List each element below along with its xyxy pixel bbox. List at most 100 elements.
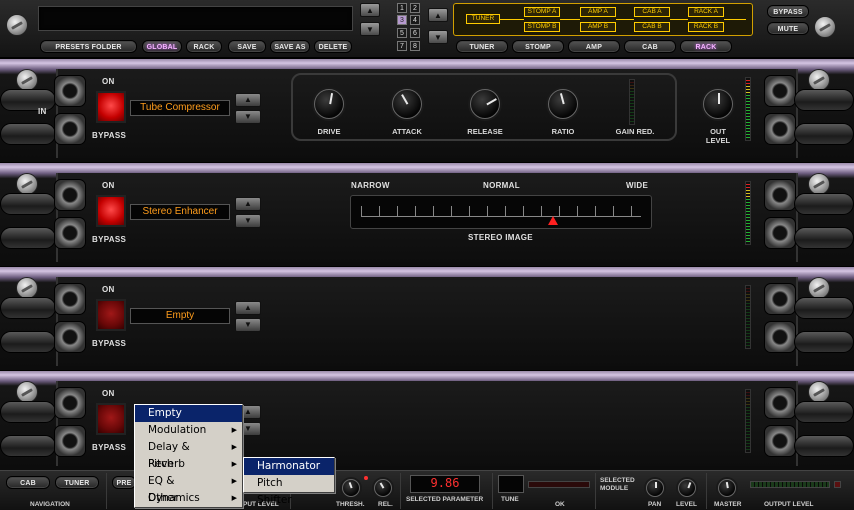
bank-button-5[interactable]: 5 xyxy=(397,28,407,38)
module-down-arrow[interactable]: ▼ xyxy=(235,110,261,124)
delete-button[interactable]: DELETE xyxy=(314,40,352,53)
menu-item-eq-dynamics[interactable]: EQ & Dynamics ▶ xyxy=(135,473,242,504)
bank-down-arrow[interactable]: ▼ xyxy=(428,30,448,44)
attack-knob[interactable] xyxy=(392,89,422,119)
pre-button[interactable]: PRE xyxy=(112,476,136,489)
bank-button-8[interactable]: 8 xyxy=(410,41,420,51)
in-label: IN xyxy=(38,107,47,116)
input-jack xyxy=(54,425,86,457)
input-cable-bottom xyxy=(0,435,56,457)
gain-reduction-label: GAIN RED. xyxy=(615,127,655,136)
master-knob[interactable] xyxy=(718,479,736,497)
section-tuner-button[interactable]: TUNER xyxy=(456,40,508,53)
input-jack xyxy=(54,387,86,419)
section-amp-button[interactable]: AMP xyxy=(568,40,620,53)
bank-button-6[interactable]: 6 xyxy=(410,28,420,38)
bypass-switch[interactable] xyxy=(96,403,126,435)
rack-unit-2: ON BYPASS Stereo Enhancer ▲ ▼ NARROW NOR… xyxy=(0,162,854,266)
screw-icon xyxy=(808,69,830,91)
level-knob[interactable] xyxy=(678,479,696,497)
save-button[interactable]: SAVE xyxy=(228,40,266,53)
bypass-button[interactable]: BYPASS xyxy=(767,5,809,18)
module-up-arrow[interactable]: ▲ xyxy=(235,93,261,107)
save-as-button[interactable]: SAVE AS xyxy=(270,40,310,53)
on-label: ON xyxy=(102,181,115,190)
module-down-arrow[interactable]: ▼ xyxy=(235,318,261,332)
submenu-item-pitch-shifter[interactable]: Pitch Shifter xyxy=(244,475,334,506)
tuner-strip xyxy=(528,481,590,488)
stereo-image-slider[interactable] xyxy=(350,195,652,229)
chain-stomp-a[interactable]: STOMP A xyxy=(524,7,560,17)
chain-tuner[interactable]: TUNER xyxy=(466,14,500,24)
chain-amp-a[interactable]: AMP A xyxy=(580,7,616,17)
preset-up-arrow[interactable]: ▲ xyxy=(360,3,380,17)
chain-cab-b[interactable]: CAB B xyxy=(634,22,670,32)
chain-rack-a[interactable]: RACK A xyxy=(688,7,724,17)
bank-button-4[interactable]: 4 xyxy=(410,15,420,25)
output-level-meter xyxy=(745,181,751,245)
output-level-bar xyxy=(750,481,830,488)
rack-unit-3: ON BYPASS Empty ▲ ▼ xyxy=(0,266,854,370)
section-stomp-button[interactable]: STOMP xyxy=(512,40,564,53)
threshold-led xyxy=(364,476,368,480)
module-up-arrow[interactable]: ▲ xyxy=(235,197,261,211)
pan-knob[interactable] xyxy=(646,479,664,497)
screw-icon xyxy=(808,381,830,403)
bank-button-1[interactable]: 1 xyxy=(397,3,407,13)
release-knob[interactable] xyxy=(470,89,500,119)
section-rack-button[interactable]: RACK xyxy=(680,40,732,53)
screw-icon xyxy=(16,173,38,195)
drive-knob[interactable] xyxy=(314,89,344,119)
submenu-arrow-icon: ▶ xyxy=(231,477,237,485)
module-name-display[interactable]: Tube Compressor xyxy=(130,100,230,116)
menu-item-modulation[interactable]: Modulation ▶ xyxy=(135,422,242,439)
menu-item-other[interactable]: Other ▶ xyxy=(135,490,242,507)
master-label: MASTER xyxy=(714,501,742,508)
bank-button-3[interactable]: 3 xyxy=(397,15,407,25)
chain-stomp-b[interactable]: STOMP B xyxy=(524,22,560,32)
chain-cab-a[interactable]: CAB A xyxy=(634,7,670,17)
bank-button-7[interactable]: 7 xyxy=(397,41,407,51)
bypass-switch[interactable] xyxy=(96,299,126,331)
rack-preset-button[interactable]: RACK xyxy=(186,40,222,53)
bypass-switch[interactable] xyxy=(96,91,126,123)
output-jack xyxy=(764,387,796,419)
mute-button[interactable]: MUTE xyxy=(767,22,809,35)
module-up-arrow[interactable]: ▲ xyxy=(235,301,261,315)
ratio-knob[interactable] xyxy=(548,89,578,119)
bank-button-2[interactable]: 2 xyxy=(410,3,420,13)
submenu-arrow-icon: ▶ xyxy=(231,460,237,468)
threshold-knob[interactable] xyxy=(342,479,360,497)
module-name-display[interactable]: Stereo Enhancer xyxy=(130,204,230,220)
screw-icon xyxy=(814,16,836,38)
output-cable-bottom xyxy=(794,331,854,353)
ratio-label: RATIO xyxy=(551,127,575,136)
global-button[interactable]: GLOBAL xyxy=(142,40,182,53)
input-jack xyxy=(54,75,86,107)
output-jack xyxy=(764,283,796,315)
module-name-display[interactable]: Empty xyxy=(130,308,230,324)
menu-item-delay-reverb[interactable]: Delay & Reverb ▶ xyxy=(135,439,242,470)
nav-tuner-button[interactable]: TUNER xyxy=(55,476,99,489)
preset-down-arrow[interactable]: ▼ xyxy=(360,22,380,36)
bypass-label: BYPASS xyxy=(92,339,127,348)
preset-name-display xyxy=(38,6,353,31)
nav-cab-button[interactable]: CAB xyxy=(6,476,50,489)
section-cab-button[interactable]: CAB xyxy=(624,40,676,53)
menu-item-pitch[interactable]: Pitch ▶ xyxy=(135,456,242,473)
release-knob-small[interactable] xyxy=(374,479,392,497)
bank-up-arrow[interactable]: ▲ xyxy=(428,8,448,22)
gain-reduction-meter xyxy=(629,79,635,125)
chain-amp-b[interactable]: AMP B xyxy=(580,22,616,32)
ok-label: OK xyxy=(555,501,565,508)
menu-item-empty[interactable]: Empty xyxy=(135,405,242,422)
submenu-item-harmonator[interactable]: Harmonator xyxy=(244,458,334,475)
release-label-small: REL. xyxy=(378,501,393,508)
module-down-arrow[interactable]: ▼ xyxy=(235,214,261,228)
out-level-knob[interactable] xyxy=(703,89,733,119)
bypass-switch[interactable] xyxy=(96,195,126,227)
presets-folder-button[interactable]: PRESETS FOLDER xyxy=(40,40,137,53)
chain-rack-b[interactable]: RACK B xyxy=(688,22,724,32)
output-cable-top xyxy=(794,89,854,111)
slider-thumb-icon[interactable] xyxy=(547,216,558,225)
